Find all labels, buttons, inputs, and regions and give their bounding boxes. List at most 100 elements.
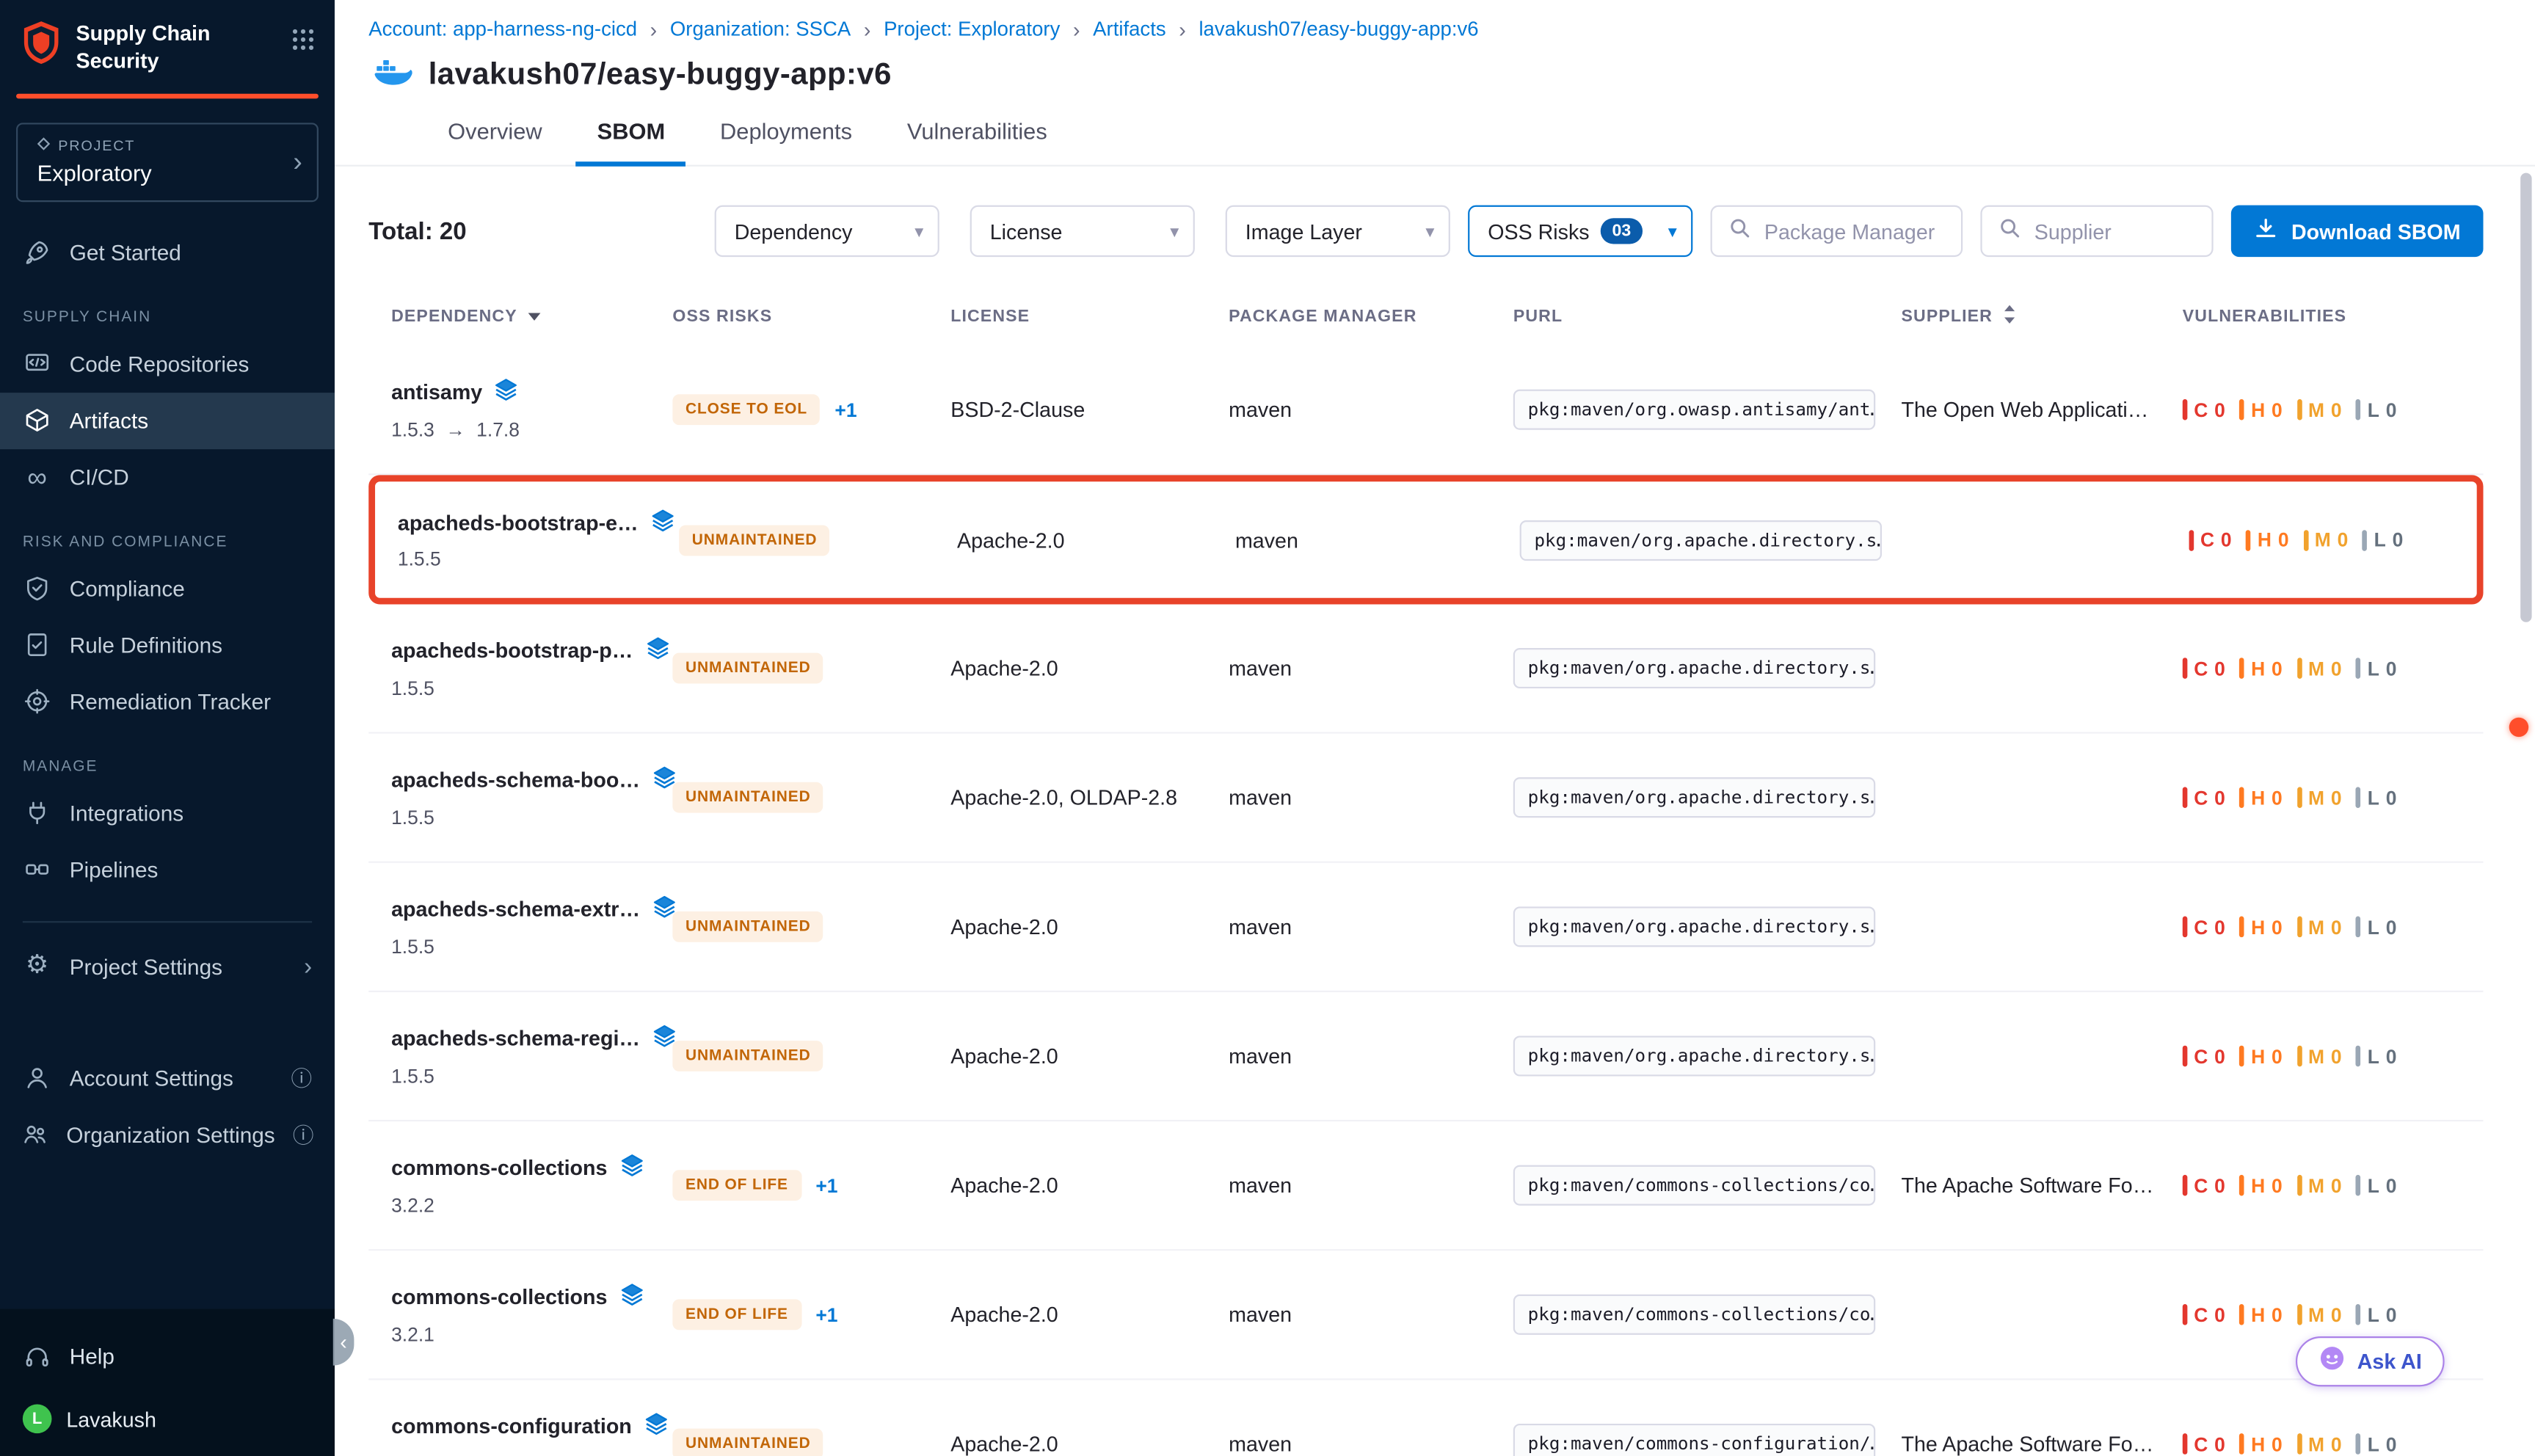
ask-ai-button[interactable]: Ask AI: [2296, 1336, 2445, 1386]
package-manager: maven: [1235, 528, 1298, 552]
column-vulnerabilities[interactable]: VULNERABILITIES: [2160, 307, 2484, 326]
package-manager: maven: [1229, 1173, 1292, 1198]
column-supplier[interactable]: SUPPLIER: [1879, 304, 2160, 330]
vuln-letter: M: [2308, 398, 2324, 421]
vuln-count: 0: [2272, 1174, 2283, 1197]
vuln-severity-bar: [2240, 1046, 2245, 1067]
vuln-severity-bar: [2297, 1304, 2302, 1325]
sidebar-item-ci-cd[interactable]: ∞ CI/CD: [0, 449, 335, 506]
tab-vulnerabilities[interactable]: Vulnerabilities: [879, 118, 1074, 165]
breadcrumb-link[interactable]: lavakush07/easy-buggy-app:v6: [1199, 18, 1478, 40]
table-row[interactable]: apacheds-schema-regi… 1.5.5 UNMAINTAINED…: [368, 992, 2483, 1121]
sidebar-item-rule-definitions[interactable]: Rule Definitions: [0, 617, 335, 674]
vuln-high: H 0: [2240, 1433, 2283, 1455]
table-row[interactable]: apacheds-schema-boo… 1.5.5 UNMAINTAINED …: [368, 734, 2483, 863]
more-risks-link[interactable]: +1: [834, 398, 856, 421]
filter-image-layer[interactable]: Image Layer ▾: [1226, 205, 1450, 257]
sidebar-item-project-settings[interactable]: ⚙ Project Settings›: [0, 939, 335, 995]
table-row[interactable]: commons-collections 3.2.2 END OF LIFE+1 …: [368, 1121, 2483, 1251]
vuln-severity-bar: [2297, 658, 2302, 679]
scrollbar-thumb[interactable]: [2520, 173, 2531, 622]
sidebar-item-code-repositories[interactable]: Code Repositories: [0, 336, 335, 393]
column-oss-risks[interactable]: OSS RISKS: [650, 307, 928, 326]
filter-license[interactable]: License ▾: [970, 205, 1195, 257]
breadcrumb-link[interactable]: Account: app-harness-ng-cicd: [368, 18, 637, 40]
tab-sbom[interactable]: SBOM: [570, 118, 692, 165]
column-package-manager[interactable]: PACKAGE MANAGER: [1206, 307, 1491, 326]
oss-risk-badge: UNMAINTAINED: [672, 653, 823, 684]
column-dependency[interactable]: DEPENDENCY: [368, 307, 650, 326]
oss-risk-badge: CLOSE TO EOL: [672, 394, 820, 425]
vuln-low: L 0: [2356, 1303, 2396, 1326]
sidebar-item-artifacts[interactable]: Artifacts: [0, 393, 335, 449]
vuln-letter: L: [2368, 1303, 2379, 1326]
column-label: SUPPLIER: [1901, 307, 1992, 326]
vuln-count: 0: [2331, 1045, 2342, 1068]
resource-center-dot[interactable]: [2509, 718, 2528, 737]
info-icon[interactable]: ⓘ: [293, 1124, 314, 1146]
dependency-version: 1.5.5: [391, 1064, 434, 1087]
vuln-count: 0: [2386, 915, 2397, 938]
column-purl[interactable]: PURL: [1491, 307, 1879, 326]
sidebar-item-pipelines[interactable]: Pipelines: [0, 842, 335, 898]
vuln-severity-bar: [2183, 658, 2188, 679]
sidebar-footer: Help L Lavakush: [0, 1309, 335, 1456]
vuln-count: 0: [2331, 398, 2342, 421]
tab-overview[interactable]: Overview: [421, 118, 570, 165]
column-label: DEPENDENCY: [391, 307, 517, 326]
column-license[interactable]: LICENSE: [928, 307, 1206, 326]
vuln-medium: M 0: [2297, 1433, 2342, 1455]
package-manager: maven: [1229, 1432, 1292, 1456]
module-switcher-grid-icon[interactable]: [291, 27, 316, 59]
table-row[interactable]: apacheds-schema-extr… 1.5.5 UNMAINTAINED…: [368, 863, 2483, 992]
package-manager-input[interactable]: [1764, 219, 1946, 243]
vuln-count: 0: [2386, 1045, 2397, 1068]
sidebar-item-label: Organization Settings: [66, 1123, 274, 1147]
sidebar-item-integrations[interactable]: Integrations: [0, 785, 335, 842]
filter-label: Dependency: [735, 219, 853, 243]
info-icon[interactable]: ⓘ: [291, 1068, 312, 1089]
more-risks-link[interactable]: +1: [815, 1174, 837, 1197]
filter-oss-risks[interactable]: OSS Risks 03 ▾: [1469, 205, 1693, 257]
sidebar-item-get-started[interactable]: Get Started: [0, 225, 335, 281]
supplier-search[interactable]: [1981, 205, 2214, 257]
table-row[interactable]: antisamy 1.5.3 → 1.7.8 CLOSE TO EOL+1 BS…: [368, 346, 2483, 475]
vuln-count: 0: [2214, 786, 2225, 809]
vuln-letter: C: [2194, 1303, 2208, 1326]
table-row[interactable]: commons-collections 3.2.1 END OF LIFE+1 …: [368, 1251, 2483, 1380]
table-row[interactable]: apacheds-bootstrap-e… 1.5.5 UNMAINTAINED…: [368, 475, 2483, 604]
chevron-right-icon: ›: [293, 148, 302, 175]
package-manager-search[interactable]: [1711, 205, 1963, 257]
download-sbom-button[interactable]: Download SBOM: [2231, 205, 2483, 257]
vuln-severity-bar: [2240, 1304, 2245, 1325]
user-menu[interactable]: L Lavakush: [0, 1385, 335, 1433]
sidebar-item-label: Artifacts: [70, 409, 148, 433]
filter-dependency[interactable]: Dependency ▾: [715, 205, 939, 257]
oss-risk-badge: UNMAINTAINED: [672, 1429, 823, 1456]
sidebar-item-compliance[interactable]: Compliance: [0, 561, 335, 617]
table-row[interactable]: commons-configuration UNMAINTAINED Apach…: [368, 1380, 2483, 1456]
breadcrumb-link[interactable]: Organization: SSCA: [670, 18, 851, 40]
vuln-critical: C 0: [2183, 1045, 2225, 1068]
tab-deployments[interactable]: Deployments: [693, 118, 880, 165]
table-row[interactable]: apacheds-bootstrap-p… 1.5.5 UNMAINTAINED…: [368, 605, 2483, 734]
remediation-tracker-icon: [23, 689, 52, 715]
vuln-letter: M: [2308, 1045, 2324, 1068]
tabs: OverviewSBOMDeploymentsVulnerabilities: [368, 118, 2496, 165]
vuln-letter: C: [2194, 1174, 2208, 1197]
breadcrumb-link[interactable]: Project: Exploratory: [884, 18, 1060, 40]
vuln-severity-bar: [2183, 1175, 2188, 1196]
supplier-input[interactable]: [2034, 219, 2196, 243]
sidebar-item-label: Project Settings: [70, 955, 222, 979]
sidebar-item-account-settings[interactable]: Account Settingsⓘ: [0, 1050, 335, 1107]
vuln-count: 0: [2214, 1174, 2225, 1197]
sidebar-item-organization-settings[interactable]: Organization Settings ⓘ: [0, 1107, 335, 1163]
vuln-letter: L: [2368, 786, 2379, 809]
project-selector[interactable]: PROJECT Exploratory ›: [16, 123, 319, 202]
more-risks-link[interactable]: +1: [815, 1303, 837, 1326]
vuln-count: 0: [2272, 915, 2283, 938]
sidebar-item-help[interactable]: Help: [0, 1328, 335, 1385]
oss-risk-badge: UNMAINTAINED: [679, 525, 830, 556]
breadcrumb-link[interactable]: Artifacts: [1093, 18, 1165, 40]
sidebar-item-remediation-tracker[interactable]: Remediation Tracker: [0, 674, 335, 730]
